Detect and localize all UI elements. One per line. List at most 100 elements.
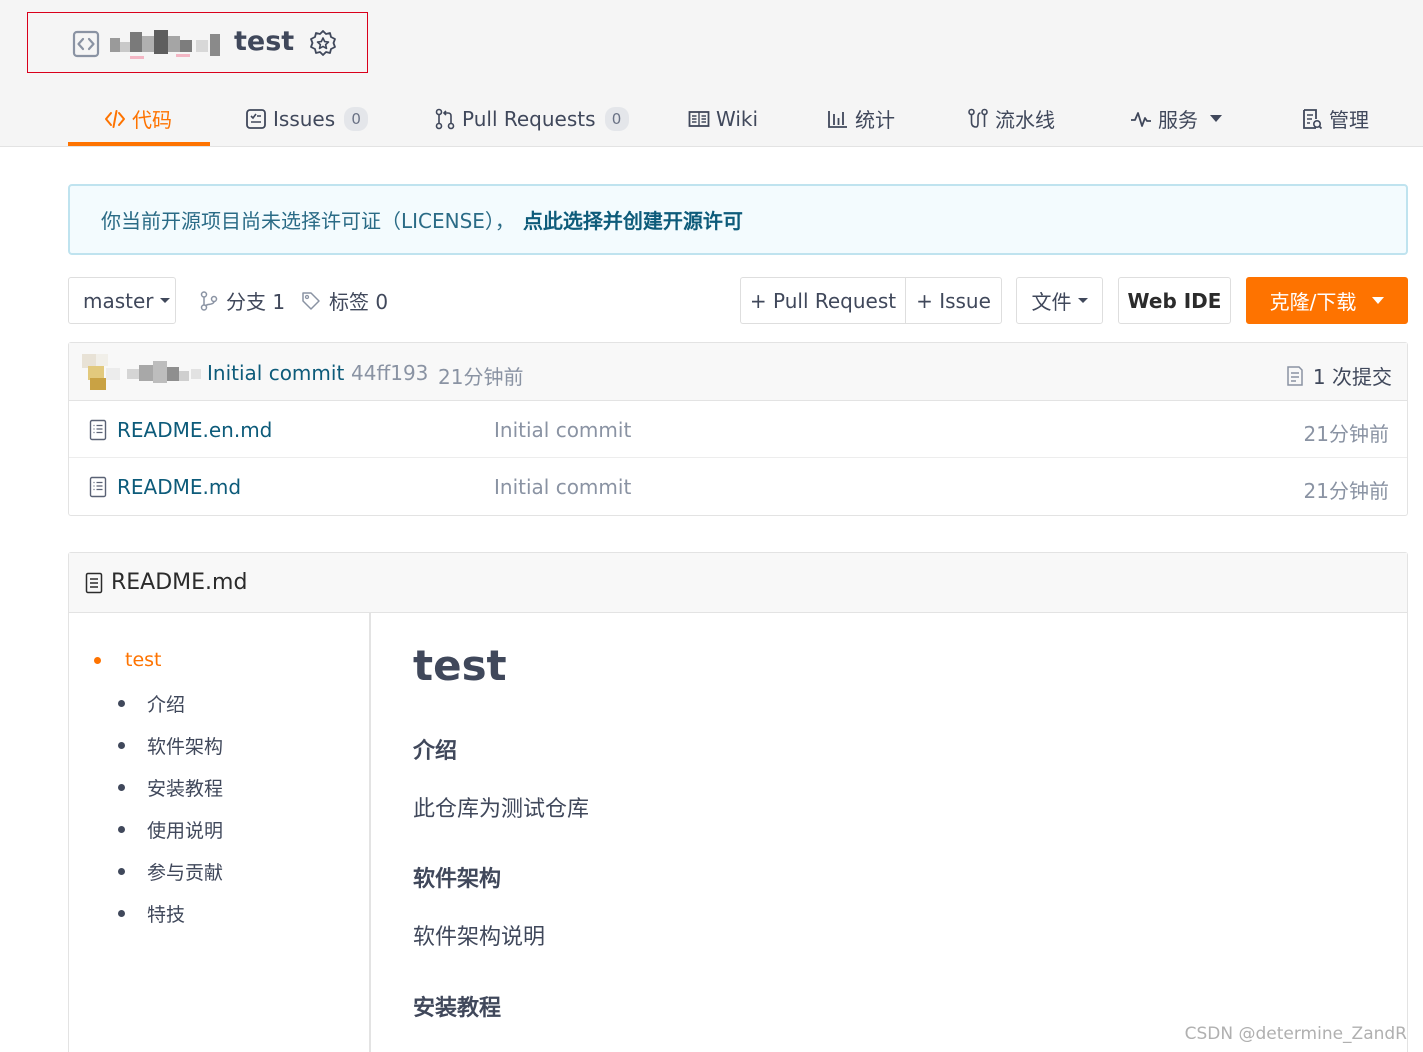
toc-item-label: 参与贡献 — [147, 862, 224, 884]
file-text-icon — [89, 419, 107, 441]
chevron-down-icon — [1210, 115, 1222, 122]
bullet — [118, 700, 125, 707]
tab-manage[interactable]: 管理 — [1301, 90, 1369, 147]
section-text-architecture: 软件架构说明 — [413, 925, 546, 950]
avatar[interactable] — [82, 354, 122, 390]
code-icon — [105, 109, 125, 128]
tab-stats-label: 统计 — [855, 108, 895, 132]
tab-wiki-label: Wiki — [716, 106, 759, 131]
chevron-down-icon — [159, 298, 170, 303]
commit-count-link[interactable]: 1 次提交 — [1285, 361, 1392, 390]
tab-services[interactable]: 服务 — [1130, 90, 1222, 147]
branch-icon — [200, 290, 218, 311]
file-commit-message[interactable]: Initial commit — [494, 475, 631, 499]
latest-commit-message[interactable]: Initial commit — [207, 361, 344, 385]
toc-item-tricks[interactable]: 特技 — [118, 900, 185, 927]
web-ide-button[interactable]: Web IDE — [1118, 277, 1231, 324]
tab-services-label: 服务 — [1158, 108, 1198, 132]
readme-header: README.md — [69, 553, 1407, 613]
file-commit-time: 21分钟前 — [1303, 422, 1389, 446]
new-pull-request-button[interactable]: + Pull Request — [740, 277, 905, 324]
tag-icon — [302, 291, 320, 310]
bullet — [118, 784, 125, 791]
latest-commit-row: Initial commit 44ff193 21分钟前 1 次提交 — [69, 343, 1407, 401]
file-name-link[interactable]: README.md — [117, 475, 241, 499]
file-commit-message[interactable]: Initial commit — [494, 418, 631, 442]
bullet — [118, 742, 125, 749]
manage-icon — [1303, 108, 1323, 129]
tab-pipeline[interactable]: 流水线 — [967, 90, 1055, 147]
readme-file-icon — [85, 572, 103, 593]
chevron-down-icon — [1077, 298, 1088, 303]
readme-title: test — [413, 641, 507, 690]
toc-item-test[interactable]: test — [94, 649, 162, 671]
issues-icon — [246, 108, 266, 129]
toc-item-label: test — [125, 649, 162, 671]
tab-pull-requests[interactable]: Pull Requests 0 — [434, 90, 629, 147]
bullet — [118, 910, 125, 917]
file-list: Initial commit 44ff193 21分钟前 1 次提交 READM… — [68, 342, 1408, 516]
toc-item-usage[interactable]: 使用说明 — [118, 816, 223, 843]
chevron-down-icon — [1372, 297, 1385, 304]
commit-author-pixelated[interactable] — [127, 361, 203, 385]
repo-header: test 代码 Issues 0 Pull Requests 0 Wiki 统计… — [0, 0, 1423, 147]
issues-count-badge: 0 — [344, 106, 369, 131]
repo-nav-tabs: 代码 Issues 0 Pull Requests 0 Wiki 统计 流水线 … — [0, 90, 1423, 147]
tab-stats[interactable]: 统计 — [827, 90, 895, 147]
pull-requests-count-badge: 0 — [604, 106, 629, 131]
repo-owner-pixelated[interactable] — [110, 30, 228, 60]
tab-code[interactable]: 代码 — [104, 90, 172, 147]
toc-item-architecture[interactable]: 软件架构 — [118, 732, 223, 759]
license-notice-text: 你当前开源项目尚未选择许可证（LICENSE）， — [101, 209, 515, 233]
watermark: CSDN @determine_ZandR — [1184, 1024, 1407, 1044]
new-issue-button[interactable]: + Issue — [905, 277, 1002, 324]
section-heading-architecture: 软件架构 — [413, 867, 502, 892]
tab-issues-label: Issues — [273, 106, 336, 131]
file-name-link[interactable]: README.en.md — [117, 418, 272, 442]
latest-commit-time: 21分钟前 — [438, 365, 524, 389]
tab-manage-label: 管理 — [1329, 108, 1369, 132]
active-tab-indicator — [68, 142, 210, 146]
tab-pull-requests-label: Pull Requests — [462, 106, 596, 131]
readme-filename[interactable]: README.md — [111, 570, 247, 595]
file-commit-time: 21分钟前 — [1303, 479, 1389, 503]
table-row: README.en.md Initial commit 21分钟前 — [69, 401, 1407, 458]
commits-icon — [1287, 365, 1303, 386]
bullet — [94, 656, 101, 664]
clone-download-button[interactable]: 克隆/下载 — [1246, 277, 1408, 324]
bullet — [118, 826, 125, 833]
toc-item-intro[interactable]: 介绍 — [118, 690, 185, 717]
toc-item-label: 使用说明 — [147, 820, 224, 842]
toc-item-install[interactable]: 安装教程 — [118, 774, 223, 801]
latest-commit-hash[interactable]: 44ff193 — [351, 361, 428, 385]
toc-item-label: 特技 — [147, 904, 186, 926]
tab-wiki[interactable]: Wiki — [688, 90, 758, 147]
table-row: README.md Initial commit 21分钟前 — [69, 458, 1407, 515]
readme-toc: test 介绍 软件架构 安装教程 使用说明 参与贡献 特技 — [69, 613, 371, 1052]
branch-selector[interactable]: master — [68, 277, 176, 324]
tags-count: 标签 0 — [329, 290, 389, 314]
toc-item-label: 软件架构 — [147, 736, 224, 758]
tab-issues[interactable]: Issues 0 — [245, 90, 369, 147]
repo-title-highlight: test — [27, 12, 368, 73]
section-text-intro: 此仓库为测试仓库 — [413, 797, 590, 822]
code-repo-icon — [72, 30, 100, 58]
wiki-icon — [688, 110, 710, 127]
pipeline-icon — [968, 108, 988, 128]
recommended-badge-icon — [310, 30, 336, 56]
commit-count-label: 1 次提交 — [1312, 365, 1392, 389]
repo-name[interactable]: test — [234, 26, 294, 57]
create-license-link[interactable]: 点此选择并创建开源许可 — [523, 205, 743, 234]
file-text-icon — [89, 476, 107, 498]
toc-item-label: 安装教程 — [147, 778, 224, 800]
file-menu-button[interactable]: 文件 — [1016, 277, 1103, 324]
section-heading-install: 安装教程 — [413, 996, 502, 1021]
branches-link[interactable]: 分支 1 — [200, 286, 285, 315]
tags-link[interactable]: 标签 0 — [301, 286, 388, 315]
clone-download-label: 克隆/下载 — [1269, 290, 1357, 314]
branches-count: 分支 1 — [226, 290, 286, 314]
tab-code-label: 代码 — [132, 108, 172, 132]
bullet — [118, 868, 125, 875]
readme-panel: README.md test 介绍 软件架构 安装教程 使用说明 参与贡献 特技… — [68, 552, 1408, 1052]
toc-item-contribute[interactable]: 参与贡献 — [118, 858, 223, 885]
